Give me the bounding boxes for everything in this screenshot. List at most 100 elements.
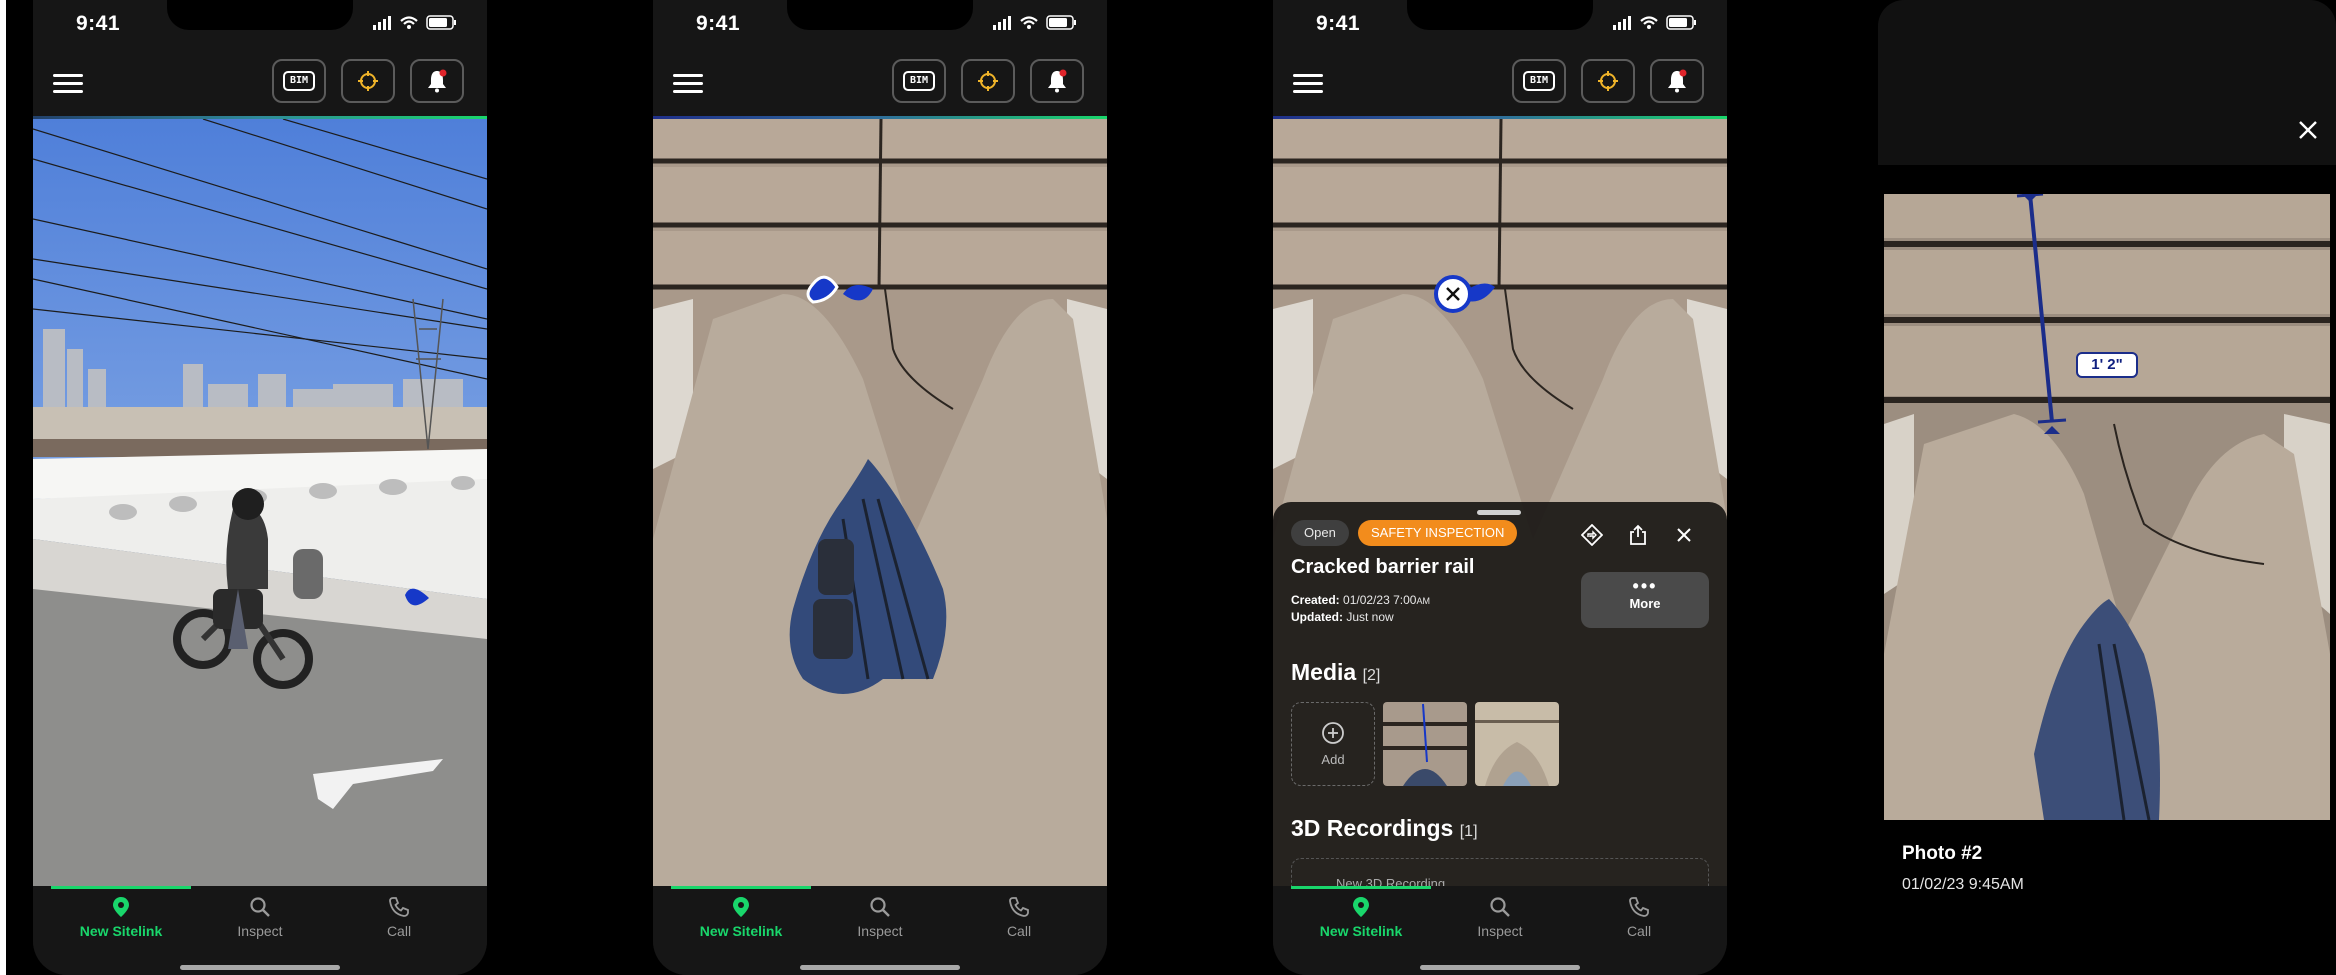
media-heading: Media [2] — [1291, 659, 1380, 686]
tab-label: Call — [1626, 923, 1652, 939]
tab-bar: New Sitelink Inspect Call — [1273, 886, 1727, 975]
home-indicator — [800, 965, 960, 970]
media-thumbnail-1[interactable] — [1383, 702, 1467, 786]
search-icon — [870, 897, 890, 917]
close-panel-button[interactable] — [1669, 520, 1699, 550]
camera-view — [653, 119, 1107, 886]
bim-label: BIM — [283, 71, 315, 91]
notch — [167, 0, 353, 30]
status-bar: 9:41 — [653, 0, 1107, 52]
phone-screen-3: 9:41 BIM Open SAFETY INSPECTION Cracked … — [1273, 0, 1727, 975]
tab-call[interactable]: Call — [949, 896, 1089, 941]
photo-viewer: 1' 2" Photo #2 01/02/23 9:45AM — [1878, 0, 2336, 975]
created-value: 01/02/23 7:00 — [1343, 593, 1417, 607]
active-tab-indicator — [1291, 886, 1431, 889]
recordings-count: [1] — [1459, 823, 1478, 840]
close-icon — [2299, 121, 2317, 139]
issue-detail-panel: Open SAFETY INSPECTION Cracked barrier r… — [1273, 502, 1727, 886]
active-tab-indicator — [671, 886, 811, 889]
more-button[interactable]: ••• More — [1581, 572, 1709, 628]
tab-new-sitelink[interactable]: New Sitelink — [51, 896, 191, 941]
status-bar: 9:41 — [33, 0, 487, 52]
panel-grabber[interactable] — [1477, 510, 1521, 515]
new-recording-button[interactable]: New 3D Recording — [1291, 858, 1709, 886]
created-label: Created: — [1291, 593, 1340, 607]
tab-label: Inspect — [857, 923, 903, 939]
status-icons — [1613, 15, 1696, 30]
issue-title: Cracked barrier rail — [1291, 556, 1475, 578]
status-icons — [373, 15, 456, 30]
tab-call[interactable]: Call — [329, 896, 469, 941]
media-heading-text: Media — [1291, 659, 1357, 685]
bim-label: BIM — [903, 71, 935, 91]
share-button[interactable] — [1623, 520, 1653, 550]
media-thumbnail-2[interactable] — [1475, 702, 1559, 786]
street-scene — [33, 119, 487, 886]
bim-button[interactable]: BIM — [892, 59, 946, 103]
menu-icon[interactable] — [1293, 74, 1323, 96]
tab-label: Inspect — [1477, 923, 1523, 939]
notifications-button[interactable] — [1030, 59, 1084, 103]
tab-label: Inspect — [237, 923, 283, 939]
type-chip: SAFETY INSPECTION — [1358, 520, 1518, 546]
phone-screen-2: 9:41 BIM New Sitelink Inspect Call — [653, 0, 1107, 975]
phone-screen-1: 9:41 BIM New Sitelink Inspect Call — [33, 0, 487, 975]
crosshair-icon — [978, 71, 998, 91]
crosshair-icon — [358, 71, 378, 91]
locate-button[interactable] — [961, 59, 1015, 103]
notch — [787, 0, 973, 30]
tab-new-sitelink[interactable]: New Sitelink — [1291, 896, 1431, 941]
tab-inspect[interactable]: Inspect — [810, 896, 950, 941]
locate-button[interactable] — [341, 59, 395, 103]
viewer-close-button[interactable] — [2294, 116, 2322, 144]
menu-icon[interactable] — [673, 74, 703, 96]
measurement-label[interactable]: 1' 2" — [2076, 352, 2138, 378]
close-icon — [1677, 528, 1691, 542]
navigate-button[interactable] — [1577, 520, 1607, 550]
add-label: Add — [1321, 752, 1345, 767]
photo-image — [1884, 194, 2330, 820]
plus-circle-icon — [1322, 722, 1344, 744]
notifications-button[interactable] — [1650, 59, 1704, 103]
camera-view — [33, 119, 487, 886]
active-tab-indicator — [51, 886, 191, 889]
home-indicator — [180, 965, 340, 970]
status-bar: 9:41 — [1273, 0, 1727, 52]
tab-new-sitelink[interactable]: New Sitelink — [671, 896, 811, 941]
updated-label: Updated: — [1291, 610, 1343, 624]
top-toolbar: BIM — [1273, 52, 1727, 116]
locate-button[interactable] — [1581, 59, 1635, 103]
tab-inspect[interactable]: Inspect — [190, 896, 330, 941]
bell-icon — [1048, 69, 1067, 93]
map-pin-icon — [1353, 897, 1369, 917]
notch — [1407, 0, 1593, 30]
photo-thumbnail — [1383, 702, 1467, 786]
directions-icon — [1581, 524, 1603, 546]
tab-bar: New Sitelink Inspect Call — [33, 886, 487, 975]
viewer-header — [1878, 0, 2336, 165]
crosshair-icon — [1598, 71, 1618, 91]
tab-call[interactable]: Call — [1569, 896, 1709, 941]
notifications-button[interactable] — [410, 59, 464, 103]
phone-icon — [389, 897, 409, 917]
photo-title: Photo #2 — [1902, 843, 1983, 864]
top-toolbar: BIM — [653, 52, 1107, 116]
phone-icon — [1009, 897, 1029, 917]
status-time: 9:41 — [76, 12, 121, 35]
new-recording-label: New 3D Recording — [1336, 876, 1446, 886]
bim-label: BIM — [1523, 71, 1555, 91]
recordings-heading: 3D Recordings [1] — [1291, 815, 1478, 842]
bim-button[interactable]: BIM — [1512, 59, 1566, 103]
updated-meta: Updated: Just now — [1291, 610, 1394, 624]
bridge-closeup-photo — [1884, 194, 2330, 820]
photo-date: 01/02/23 9:45AM — [1902, 876, 2024, 893]
created-meta: Created: 01/02/23 7:00AM — [1291, 593, 1430, 607]
tab-inspect[interactable]: Inspect — [1430, 896, 1570, 941]
add-media-button[interactable]: Add — [1291, 702, 1375, 786]
bim-button[interactable]: BIM — [272, 59, 326, 103]
bell-icon — [1668, 69, 1687, 93]
menu-icon[interactable] — [53, 74, 83, 96]
tab-label: New Sitelink — [79, 923, 163, 939]
search-icon — [1490, 897, 1510, 917]
media-count: [2] — [1362, 667, 1381, 684]
